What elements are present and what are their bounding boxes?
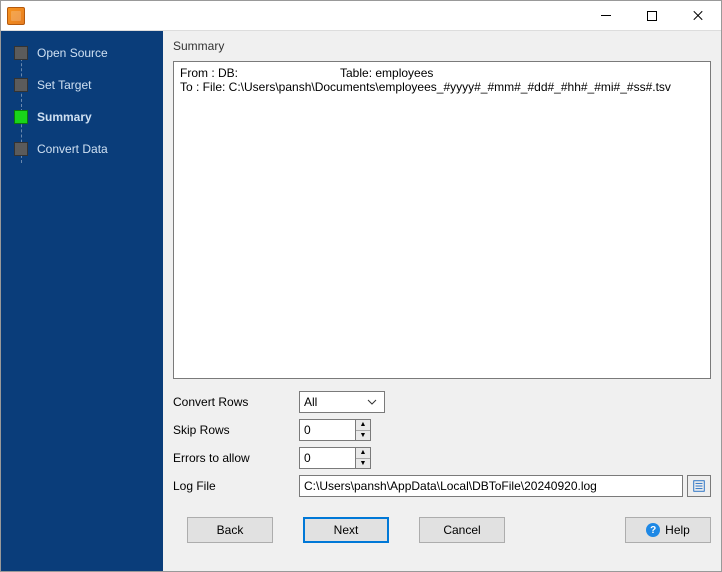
spin-up-button[interactable]: ▲ (356, 420, 370, 431)
summary-textbox[interactable]: From : DB:Table: employeesTo : File: C:\… (173, 61, 711, 379)
logfile-label: Log File (173, 479, 293, 493)
spin-down-button[interactable]: ▼ (356, 459, 370, 469)
sidebar-item-convert-data[interactable]: Convert Data (1, 135, 163, 163)
window-controls (583, 1, 721, 30)
skip-rows-input[interactable] (299, 419, 355, 441)
skip-rows-label: Skip Rows (173, 423, 293, 437)
spin-up-button[interactable]: ▲ (356, 448, 370, 459)
chevron-down-icon (364, 399, 380, 405)
minimize-button[interactable] (583, 1, 629, 30)
section-label: Summary (173, 39, 711, 53)
wizard-footer: Back Next Cancel ? Help (173, 517, 711, 543)
sidebar-item-summary[interactable]: Summary (1, 103, 163, 131)
logfile-browse-button[interactable] (687, 475, 711, 497)
errors-allow-input[interactable] (299, 447, 355, 469)
errors-allow-stepper[interactable]: ▲ ▼ (299, 447, 371, 469)
wizard-sidebar: Open Source Set Target Summary Convert D… (1, 31, 163, 571)
sidebar-item-label: Summary (37, 110, 92, 124)
sidebar-item-open-source[interactable]: Open Source (1, 39, 163, 67)
help-icon: ? (646, 523, 660, 537)
back-button[interactable]: Back (187, 517, 273, 543)
step-box-icon (14, 78, 28, 92)
logfile-input[interactable] (299, 475, 683, 497)
next-button[interactable]: Next (303, 517, 389, 543)
step-box-icon (14, 46, 28, 60)
maximize-button[interactable] (629, 1, 675, 30)
options-form: Convert Rows All Skip Rows ▲ ▼ (173, 391, 711, 497)
convert-rows-label: Convert Rows (173, 395, 293, 409)
summary-from-table: Table: employees (340, 66, 433, 80)
minimize-icon (601, 15, 611, 16)
cancel-button[interactable]: Cancel (419, 517, 505, 543)
app-icon (7, 7, 25, 25)
close-icon (692, 10, 704, 22)
skip-rows-stepper[interactable]: ▲ ▼ (299, 419, 371, 441)
convert-rows-value: All (304, 395, 317, 409)
step-box-icon (14, 142, 28, 156)
summary-to-line: To : File: C:\Users\pansh\Documents\empl… (180, 80, 671, 94)
sidebar-item-label: Convert Data (37, 142, 108, 156)
content-area: Open Source Set Target Summary Convert D… (1, 31, 721, 571)
sidebar-item-label: Open Source (37, 46, 108, 60)
step-box-icon (14, 110, 28, 124)
help-button[interactable]: ? Help (625, 517, 711, 543)
sidebar-item-label: Set Target (37, 78, 91, 92)
browse-icon (692, 479, 706, 493)
sidebar-item-set-target[interactable]: Set Target (1, 71, 163, 99)
maximize-icon (647, 11, 657, 21)
convert-rows-select[interactable]: All (299, 391, 385, 413)
main-panel: Summary From : DB:Table: employeesTo : F… (163, 31, 721, 571)
spin-down-button[interactable]: ▼ (356, 431, 370, 441)
errors-allow-label: Errors to allow (173, 451, 293, 465)
summary-from-prefix: From : DB: (180, 66, 340, 80)
title-bar (1, 1, 721, 31)
close-button[interactable] (675, 1, 721, 30)
